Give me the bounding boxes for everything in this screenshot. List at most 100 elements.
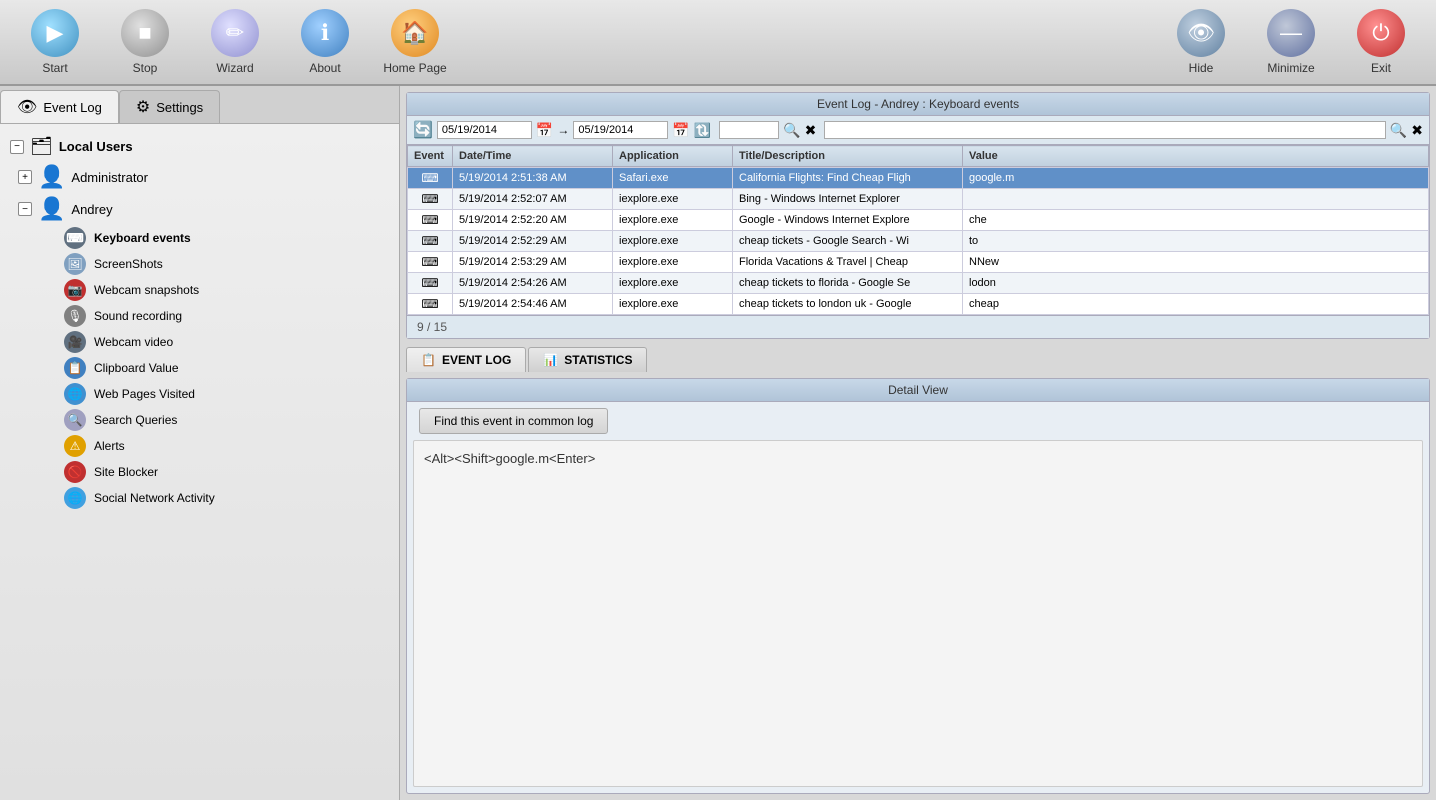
app-filter-search-icon[interactable]: 🔍	[783, 122, 800, 139]
about-button[interactable]: ℹ About	[280, 3, 370, 81]
tree-item-screenshots[interactable]: 🖼ScreenShots	[4, 251, 395, 277]
refresh-icon[interactable]: 🔃	[694, 122, 711, 139]
table-row[interactable]: ⌨ 5/19/2014 2:53:29 AM iexplore.exe Flor…	[408, 252, 1429, 273]
col-datetime: Date/Time	[453, 146, 613, 167]
event-table-wrapper: Event Date/Time Application Title/Descri…	[407, 145, 1429, 315]
app-filter-input[interactable]	[719, 121, 779, 139]
tree-user-administrator[interactable]: +👤Administrator	[4, 161, 395, 193]
cell-value: to	[963, 231, 1429, 252]
homepage-icon: 🏠	[391, 9, 439, 57]
table-row[interactable]: ⌨ 5/19/2014 2:54:26 AM iexplore.exe chea…	[408, 273, 1429, 294]
detail-value: <Alt><Shift>google.m<Enter>	[424, 451, 595, 466]
cell-title: California Flights: Find Cheap Fligh	[733, 168, 963, 189]
start-label: Start	[42, 61, 67, 75]
webcam-snap-icon: 📷	[64, 279, 86, 301]
cell-value: lodon	[963, 273, 1429, 294]
hide-button[interactable]: 👁 Hide	[1156, 3, 1246, 81]
title-filter-search-icon[interactable]: 🔍	[1390, 122, 1407, 139]
homepage-label: Home Page	[383, 61, 446, 75]
tab-settings-label: Settings	[156, 100, 203, 115]
cell-event: ⌨	[408, 210, 453, 231]
expand-andrey[interactable]: −	[18, 202, 32, 216]
tree-item-webcam-snap[interactable]: 📷Webcam snapshots	[4, 277, 395, 303]
exit-button[interactable]: ⏻ Exit	[1336, 3, 1426, 81]
keyboard-event-icon: ⌨	[421, 276, 438, 290]
app-filter-clear-icon[interactable]: ✖	[805, 122, 817, 139]
tab-bar: 👁 Event Log ⚙ Settings	[0, 86, 399, 124]
web-pages-icon: 🌐	[64, 383, 86, 405]
minimize-button[interactable]: — Minimize	[1246, 3, 1336, 81]
stop-button[interactable]: ■ Stop	[100, 3, 190, 81]
tab-settings[interactable]: ⚙ Settings	[119, 90, 220, 123]
start-button[interactable]: ▶ Start	[10, 3, 100, 81]
cell-datetime: 5/19/2014 2:52:07 AM	[453, 189, 613, 210]
user-label-administrator: Administrator	[71, 170, 148, 185]
about-icon: ℹ	[301, 9, 349, 57]
col-event: Event	[408, 146, 453, 167]
detail-content: <Alt><Shift>google.m<Enter>	[413, 440, 1423, 787]
cell-datetime: 5/19/2014 2:54:26 AM	[453, 273, 613, 294]
about-label: About	[309, 61, 340, 75]
tree-item-label-sound: Sound recording	[94, 309, 182, 323]
bottom-tab-statistics-tab[interactable]: 📊STATISTICS	[528, 347, 647, 372]
tree-item-search[interactable]: 🔍Search Queries	[4, 407, 395, 433]
expand-administrator[interactable]: +	[18, 170, 32, 184]
find-event-button[interactable]: Find this event in common log	[419, 408, 608, 434]
calendar-from-icon[interactable]: 📅	[536, 122, 553, 139]
table-row[interactable]: ⌨ 5/19/2014 2:52:29 AM iexplore.exe chea…	[408, 231, 1429, 252]
tree-root-local-users[interactable]: − 🗂 Local Users	[4, 132, 395, 161]
cell-event: ⌨	[408, 294, 453, 315]
title-filter-input[interactable]	[824, 121, 1385, 139]
statistics-tab-label: STATISTICS	[564, 353, 632, 367]
tree-item-sound[interactable]: 🎙Sound recording	[4, 303, 395, 329]
cell-app: iexplore.exe	[613, 273, 733, 294]
tree-item-label-clipboard: Clipboard Value	[94, 361, 179, 375]
date-from-input[interactable]	[437, 121, 532, 139]
tree-item-label-web-pages: Web Pages Visited	[94, 387, 195, 401]
wizard-button[interactable]: ✏ Wizard	[190, 3, 280, 81]
tab-event-log[interactable]: 👁 Event Log	[0, 90, 119, 123]
cell-value: cheap	[963, 294, 1429, 315]
settings-icon: ⚙	[136, 97, 150, 117]
tree-users: +👤Administrator−👤Andrey⌨Keyboard events🖼…	[4, 161, 395, 511]
table-row[interactable]: ⌨ 5/19/2014 2:52:07 AM iexplore.exe Bing…	[408, 189, 1429, 210]
table-scroll[interactable]: ⌨ 5/19/2014 2:51:38 AM Safari.exe Califo…	[407, 167, 1429, 315]
tree-item-alerts[interactable]: ⚠Alerts	[4, 433, 395, 459]
event-table-body: ⌨ 5/19/2014 2:51:38 AM Safari.exe Califo…	[407, 167, 1429, 315]
title-filter-clear-icon[interactable]: ✖	[1411, 122, 1423, 139]
start-icon: ▶	[31, 9, 79, 57]
homepage-button[interactable]: 🏠 Home Page	[370, 3, 460, 81]
hide-icon: 👁	[1177, 9, 1225, 57]
tree-item-social[interactable]: 🌐Social Network Activity	[4, 485, 395, 511]
tree-item-clipboard[interactable]: 📋Clipboard Value	[4, 355, 395, 381]
tree-item-web-pages[interactable]: 🌐 Web Pages Visited	[4, 381, 395, 407]
cell-app: iexplore.exe	[613, 210, 733, 231]
wizard-icon: ✏	[211, 9, 259, 57]
event-log-icon: 👁	[17, 97, 37, 117]
bottom-tab-event-log-tab[interactable]: 📋EVENT LOG	[406, 347, 526, 372]
tree-item-keyboard[interactable]: ⌨Keyboard events	[4, 225, 395, 251]
tree-user-andrey[interactable]: −👤Andrey	[4, 193, 395, 225]
cell-app: iexplore.exe	[613, 294, 733, 315]
table-row[interactable]: ⌨ 5/19/2014 2:54:46 AM iexplore.exe chea…	[408, 294, 1429, 315]
table-row[interactable]: ⌨ 5/19/2014 2:52:20 AM iexplore.exe Goog…	[408, 210, 1429, 231]
root-expand-btn[interactable]: −	[10, 140, 24, 154]
cell-app: iexplore.exe	[613, 252, 733, 273]
bottom-tabs: 📋EVENT LOG📊STATISTICS	[406, 347, 1430, 372]
tree-item-site-blocker[interactable]: 🚫Site Blocker	[4, 459, 395, 485]
table-row[interactable]: ⌨ 5/19/2014 2:51:38 AM Safari.exe Califo…	[408, 168, 1429, 189]
local-users-label: Local Users	[59, 139, 133, 154]
tab-event-log-label: Event Log	[43, 100, 102, 115]
cell-app: iexplore.exe	[613, 189, 733, 210]
keyboard-event-icon: ⌨	[421, 234, 438, 248]
cell-title: Google - Windows Internet Explore	[733, 210, 963, 231]
tree-item-label-webcam-video: Webcam video	[94, 335, 173, 349]
main-layout: 👁 Event Log ⚙ Settings − 🗂 Local Users +…	[0, 86, 1436, 800]
keyboard-event-icon: ⌨	[421, 192, 438, 206]
search-icon: 🔍	[64, 409, 86, 431]
stop-label: Stop	[133, 61, 158, 75]
date-to-input[interactable]	[573, 121, 668, 139]
cell-event: ⌨	[408, 231, 453, 252]
tree-item-webcam-video[interactable]: 🎥Webcam video	[4, 329, 395, 355]
calendar-to-icon[interactable]: 📅	[672, 122, 689, 139]
